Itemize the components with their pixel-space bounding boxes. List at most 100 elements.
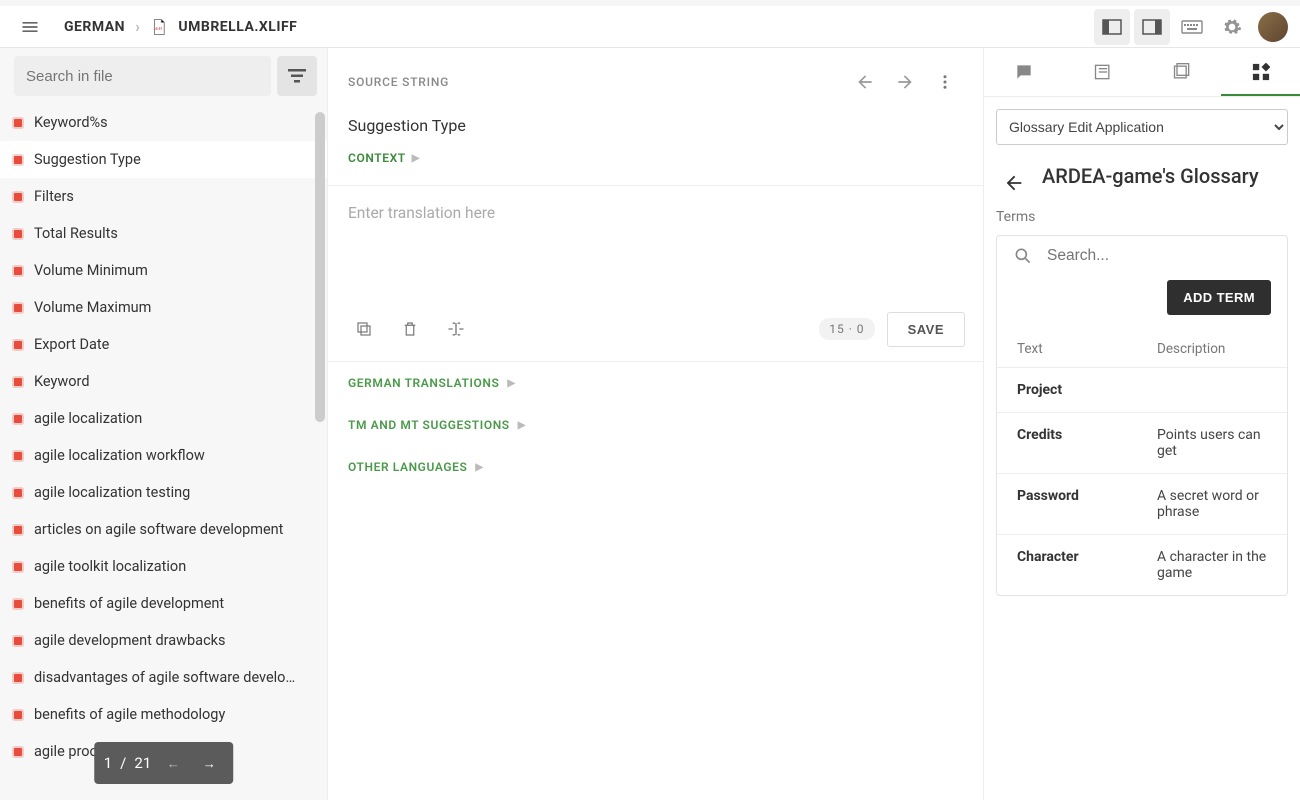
status-dot	[14, 230, 22, 238]
string-row[interactable]: agile localization workflow	[0, 437, 327, 474]
page-prev-button[interactable]: ←	[159, 749, 187, 777]
term-row[interactable]: CreditsPoints users can get	[997, 412, 1287, 473]
term-row[interactable]: CharacterA character in the game	[997, 534, 1287, 595]
string-row[interactable]: Total Results	[0, 215, 327, 252]
status-dot	[14, 674, 22, 682]
terms-heading: Terms	[984, 203, 1300, 235]
tab-glossary[interactable]	[1142, 48, 1221, 96]
svg-text:xliff: xliff	[154, 27, 163, 31]
string-row[interactable]: Keyword	[0, 363, 327, 400]
triangle-right-icon: ▶	[412, 153, 420, 164]
col-desc: Description	[1157, 341, 1225, 357]
gear-icon	[1222, 17, 1242, 37]
term-text: Project	[1017, 382, 1157, 398]
term-desc: Points users can get	[1157, 427, 1267, 459]
status-dot	[14, 563, 22, 571]
triangle-right-icon: ▶	[507, 378, 515, 389]
string-label: benefits of agile development	[34, 595, 224, 612]
search-input[interactable]	[14, 56, 271, 96]
triangle-right-icon: ▶	[518, 420, 526, 431]
string-row[interactable]: agile development drawbacks	[0, 622, 327, 659]
layout-left-button[interactable]	[1094, 9, 1130, 45]
prev-string-button[interactable]	[847, 64, 883, 100]
string-row[interactable]: benefits of agile development	[0, 585, 327, 622]
chevron-right-icon: ›	[135, 17, 140, 36]
translation-input[interactable]: Enter translation here	[328, 185, 983, 305]
avatar[interactable]	[1258, 12, 1288, 42]
file-icon: xliff	[150, 18, 168, 36]
page-total: 21	[134, 754, 151, 772]
search-icon	[1013, 246, 1033, 266]
status-dot	[14, 526, 22, 534]
tab-tm[interactable]	[1063, 48, 1142, 96]
arrow-left-icon	[855, 72, 875, 92]
tab-comments[interactable]	[984, 48, 1063, 96]
expand-section[interactable]: OTHER LANGUAGES▶	[328, 446, 983, 488]
glossary-selector[interactable]: Glossary Edit Application	[996, 109, 1288, 145]
keyboard-button[interactable]	[1174, 9, 1210, 45]
string-row[interactable]: Suggestion Type	[0, 141, 327, 178]
status-dot	[14, 748, 22, 756]
layout-right-icon	[1142, 19, 1162, 35]
string-label: agile localization	[34, 410, 142, 427]
glossary-search-input[interactable]	[1047, 247, 1271, 265]
copy-source-button[interactable]	[346, 311, 382, 347]
save-button[interactable]: SAVE	[887, 312, 965, 347]
string-row[interactable]: Export Date	[0, 326, 327, 363]
string-row[interactable]: agile localization testing	[0, 474, 327, 511]
string-row[interactable]: agile localization	[0, 400, 327, 437]
context-toggle[interactable]: CONTEXT▶	[328, 151, 983, 185]
string-label: Suggestion Type	[34, 151, 141, 168]
source-string-label: SOURCE STRING	[348, 75, 449, 89]
term-row[interactable]: PasswordA secret word or phrase	[997, 473, 1287, 534]
arrow-left-icon	[1003, 172, 1025, 194]
string-row[interactable]: Filters	[0, 178, 327, 215]
status-dot	[14, 711, 22, 719]
add-term-button[interactable]: ADD TERM	[1167, 280, 1271, 315]
page-next-button[interactable]: →	[195, 749, 223, 777]
string-row[interactable]: benefits of agile methodology	[0, 696, 327, 733]
keyboard-icon	[1181, 19, 1203, 35]
tab-apps[interactable]	[1221, 48, 1300, 96]
layout-right-button[interactable]	[1134, 9, 1170, 45]
books-icon	[1172, 62, 1192, 82]
next-string-button[interactable]	[887, 64, 923, 100]
layout-left-icon	[1102, 19, 1122, 35]
term-desc: A secret word or phrase	[1157, 488, 1267, 520]
status-dot	[14, 600, 22, 608]
delete-button[interactable]	[392, 311, 428, 347]
filter-icon	[288, 69, 306, 83]
term-text: Credits	[1017, 427, 1157, 459]
term-row[interactable]: Project	[997, 367, 1287, 412]
page-current: 1	[104, 754, 112, 772]
expand-section[interactable]: GERMAN TRANSLATIONS▶	[328, 362, 983, 404]
expand-section[interactable]: TM AND MT SUGGESTIONS▶	[328, 404, 983, 446]
arrow-right-icon	[895, 72, 915, 92]
back-button[interactable]	[1000, 169, 1028, 197]
string-label: Keyword%s	[34, 114, 108, 131]
string-label: Export Date	[34, 336, 109, 353]
string-row[interactable]: Volume Maximum	[0, 289, 327, 326]
insert-tag-button[interactable]	[438, 311, 474, 347]
glossary-title: ARDEA-game's Glossary	[1042, 163, 1259, 189]
status-dot	[14, 267, 22, 275]
filter-button[interactable]	[277, 56, 317, 96]
scrollbar[interactable]	[315, 112, 325, 422]
string-row[interactable]: articles on agile software development	[0, 511, 327, 548]
string-row[interactable]: disadvantages of agile software develo…	[0, 659, 327, 696]
string-label: Keyword	[34, 373, 90, 390]
string-row[interactable]: agile toolkit localization	[0, 548, 327, 585]
string-row[interactable]: Volume Minimum	[0, 252, 327, 289]
status-dot	[14, 637, 22, 645]
settings-button[interactable]	[1214, 9, 1250, 45]
status-dot	[14, 415, 22, 423]
string-label: benefits of agile methodology	[34, 706, 225, 723]
breadcrumb-language[interactable]: GERMAN	[64, 19, 125, 35]
book-icon	[1093, 63, 1113, 81]
breadcrumb-file[interactable]: UMBRELLA.XLIFF	[178, 19, 297, 35]
menu-button[interactable]	[12, 9, 48, 45]
string-row[interactable]: Keyword%s	[0, 104, 327, 141]
col-text: Text	[1017, 341, 1157, 357]
status-dot	[14, 156, 22, 164]
more-button[interactable]	[927, 64, 963, 100]
